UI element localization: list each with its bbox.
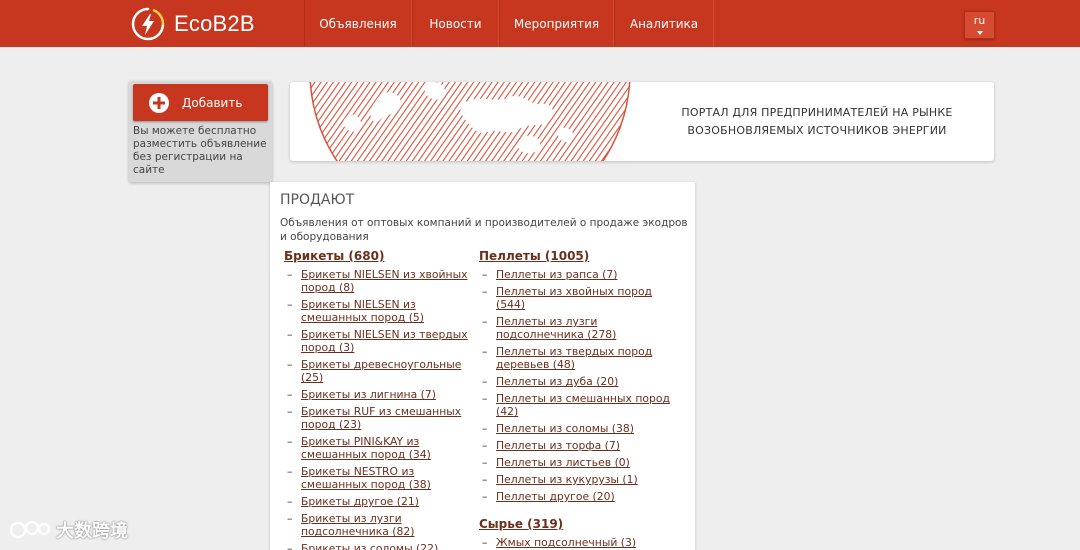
category-link-briquettes[interactable]: Брикеты (680)	[284, 249, 469, 263]
list-item: Брикеты древесноугольные (25)	[284, 358, 469, 384]
list-item: Пеллеты из лузги подсолнечника (278)	[479, 315, 679, 341]
list-item: Брикеты NIELSEN из твердых пород (3)	[284, 328, 469, 354]
top-header: EcoB2B Объявления Новости Мероприятия Ан…	[0, 0, 1080, 47]
subcategory-link[interactable]: Брикеты древесноугольные (25)	[301, 358, 461, 384]
banner-line-1: ПОРТАЛ ДЛЯ ПРЕДПРИНИМАТЕЛЕЙ НА РЫНКЕ	[681, 106, 953, 119]
nav-item-events[interactable]: Мероприятия	[499, 0, 614, 47]
list-item: Брикеты из соломы (22)	[284, 542, 469, 550]
category-link-raw[interactable]: Сырье (319)	[479, 517, 679, 531]
watermark-text: 大数跨境	[56, 521, 128, 542]
briquettes-list: Брикеты NIELSEN из хвойных пород (8) Бри…	[284, 268, 469, 550]
subcategory-link[interactable]: Брикеты NIELSEN из твердых пород (3)	[301, 328, 468, 354]
subcategory-link[interactable]: Брикеты из лигнина (7)	[301, 388, 436, 401]
subcategory-link[interactable]: Жмых подсолнечный (3)	[496, 536, 636, 549]
list-item: Пеллеты из хвойных пород (544)	[479, 285, 679, 311]
subcategory-link[interactable]: Пеллеты из твердых пород деревьев (48)	[496, 345, 652, 371]
list-item: Брикеты PINI&KAY из смешанных пород (34)	[284, 435, 469, 461]
subcategory-link[interactable]: Брикеты из лузги подсолнечника (82)	[301, 512, 414, 538]
add-listing-label: Добавить	[182, 95, 243, 110]
globe-illustration	[309, 82, 631, 161]
add-listing-hint: Вы можете бесплатно разместить объявлени…	[133, 125, 267, 176]
list-item: Брикеты NIELSEN из хвойных пород (8)	[284, 268, 469, 294]
list-item: Брикеты NESTRO из смешанных пород (38)	[284, 465, 469, 491]
add-listing-button[interactable]: Добавить	[133, 84, 268, 121]
list-item: Пеллеты из рапса (7)	[479, 268, 679, 281]
list-item: Брикеты другое (21)	[284, 495, 469, 508]
subcategory-link[interactable]: Брикеты другое (21)	[301, 495, 419, 508]
nav-item-analytics[interactable]: Аналитика	[614, 0, 714, 47]
subcategory-link[interactable]: Пеллеты из листьев (0)	[496, 456, 630, 469]
nav-item-news[interactable]: Новости	[412, 0, 499, 47]
lightning-bolt-icon	[131, 7, 165, 41]
list-item: Брикеты NIELSEN из смешанных пород (5)	[284, 298, 469, 324]
add-listing-panel: Добавить Вы можете бесплатно разместить …	[129, 81, 272, 182]
subcategory-link[interactable]: Пеллеты из дуба (20)	[496, 375, 618, 388]
list-item: Пеллеты из смешанных пород (42)	[479, 392, 679, 418]
plus-circle-icon	[149, 92, 169, 113]
subcategory-link[interactable]: Пеллеты из рапса (7)	[496, 268, 617, 281]
subcategory-link[interactable]: Брикеты PINI&KAY из смешанных пород (34)	[301, 435, 431, 461]
list-item: Пеллеты другое (20)	[479, 490, 679, 503]
subcategory-link[interactable]: Пеллеты из кукурузы (1)	[496, 473, 638, 486]
subcategory-link[interactable]: Пеллеты из хвойных пород (544)	[496, 285, 652, 311]
language-selector[interactable]: ru	[964, 11, 995, 39]
brand-name: EcoB2B	[174, 11, 255, 36]
list-item: Пеллеты из листьев (0)	[479, 456, 679, 469]
main-nav: Объявления Новости Мероприятия Аналитика	[304, 0, 714, 47]
subcategory-link[interactable]: Брикеты NESTRO из смешанных пород (38)	[301, 465, 431, 491]
nav-item-listings[interactable]: Объявления	[304, 0, 412, 47]
selling-section: ПРОДАЮТ Объявления от оптовых компаний и…	[270, 182, 695, 550]
list-item: Брикеты из лузги подсолнечника (82)	[284, 512, 469, 538]
pellets-list: Пеллеты из рапса (7) Пеллеты из хвойных …	[479, 268, 679, 503]
brand-logo[interactable]: EcoB2B	[130, 6, 255, 42]
subcategory-link[interactable]: Пеллеты из смешанных пород (42)	[496, 392, 670, 418]
list-item: Брикеты RUF из смешанных пород (23)	[284, 405, 469, 431]
subcategory-link[interactable]: Брикеты из соломы (22)	[301, 542, 438, 550]
section-description: Объявления от оптовых компаний и произво…	[280, 217, 688, 243]
language-code: ru	[973, 14, 986, 27]
list-item: Пеллеты из торфа (7)	[479, 439, 679, 452]
list-item: Пеллеты из дуба (20)	[479, 375, 679, 388]
banner-line-2: ВОЗОБНОВЛЯЕМЫХ ИСТОЧНИКОВ ЭНЕРГИИ	[687, 124, 947, 137]
watermark-logo-icon	[9, 520, 51, 539]
section-title: ПРОДАЮТ	[280, 192, 355, 208]
subcategory-link[interactable]: Пеллеты другое (20)	[496, 490, 615, 503]
list-item: Пеллеты из кукурузы (1)	[479, 473, 679, 486]
category-column-right: Пеллеты (1005) Пеллеты из рапса (7) Пелл…	[479, 249, 679, 550]
list-item: Пеллеты из твердых пород деревьев (48)	[479, 345, 679, 371]
subcategory-link[interactable]: Пеллеты из торфа (7)	[496, 439, 620, 452]
list-item: Жмых подсолнечный (3)	[479, 536, 679, 549]
subcategory-link[interactable]: Брикеты NIELSEN из смешанных пород (5)	[301, 298, 424, 324]
watermark: 大数跨境	[8, 515, 128, 545]
category-column-left: Брикеты (680) Брикеты NIELSEN из хвойных…	[284, 249, 469, 550]
subcategory-link[interactable]: Пеллеты из соломы (38)	[496, 422, 634, 435]
raw-list: Жмых подсолнечный (3)	[479, 536, 679, 549]
subcategory-link[interactable]: Брикеты NIELSEN из хвойных пород (8)	[301, 268, 468, 294]
caret-down-icon	[977, 31, 983, 35]
list-item: Брикеты из лигнина (7)	[284, 388, 469, 401]
portal-banner: ПОРТАЛ ДЛЯ ПРЕДПРИНИМАТЕЛЕЙ НА РЫНКЕ ВОЗ…	[290, 82, 994, 161]
list-item: Пеллеты из соломы (38)	[479, 422, 679, 435]
banner-tagline: ПОРТАЛ ДЛЯ ПРЕДПРИНИМАТЕЛЕЙ НА РЫНКЕ ВОЗ…	[652, 104, 982, 140]
subcategory-link[interactable]: Пеллеты из лузги подсолнечника (278)	[496, 315, 616, 341]
category-link-pellets[interactable]: Пеллеты (1005)	[479, 249, 679, 263]
subcategory-link[interactable]: Брикеты RUF из смешанных пород (23)	[301, 405, 461, 431]
